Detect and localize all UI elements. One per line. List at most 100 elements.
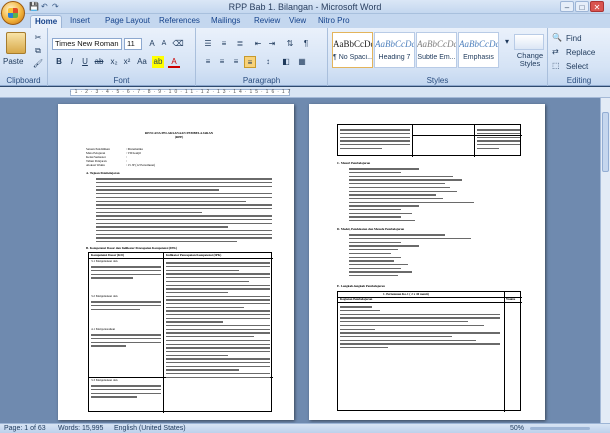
- tab-page-layout[interactable]: Page Layout: [101, 15, 154, 28]
- style-emphasis[interactable]: AaBbCcDc Emphasis: [458, 32, 499, 68]
- undo-icon[interactable]: ↶: [41, 2, 48, 11]
- activities-header: Kegiatan Pembelajaran: [340, 296, 373, 301]
- office-logo-icon: [8, 8, 18, 18]
- select-button[interactable]: Select: [566, 62, 588, 71]
- redo-icon[interactable]: ↷: [52, 2, 59, 11]
- format-painter-icon[interactable]: 🖌: [32, 58, 44, 70]
- justify-icon[interactable]: ≡: [244, 56, 256, 68]
- change-case-icon[interactable]: Aa: [136, 56, 148, 68]
- borders-icon[interactable]: ▦: [296, 56, 308, 68]
- objectives-text: [96, 176, 272, 245]
- styles-label: Styles: [426, 76, 449, 85]
- paste-icon[interactable]: [6, 32, 26, 54]
- tab-insert[interactable]: Insert: [66, 15, 94, 28]
- shrink-font-icon[interactable]: A: [158, 38, 170, 50]
- horizontal-ruler[interactable]: ·1·2·3·4·5·6·7·8·9·10·11·12·13·14·15·16·…: [0, 87, 610, 98]
- zoom-slider[interactable]: [530, 427, 590, 430]
- language-indicator[interactable]: English (United States): [114, 425, 186, 432]
- activities-table: 1. Pertemuan Ke-1 ( 2 x 40 menit) Kegiat…: [337, 291, 522, 412]
- style-heading-7[interactable]: AaBbCcDc Heading 7: [374, 32, 415, 68]
- replace-button[interactable]: Replace: [566, 48, 595, 57]
- section-e-heading: E. Langkah-langkah Pembelajaran: [337, 284, 385, 288]
- styles-scroll-icon[interactable]: ▾: [501, 36, 513, 48]
- maximize-icon[interactable]: □: [575, 1, 589, 12]
- cut-icon[interactable]: ✂: [32, 32, 44, 44]
- materials-list: [349, 166, 523, 224]
- find-icon: 🔍: [552, 33, 562, 42]
- tab-nitro-pro[interactable]: Nitro Pro: [314, 15, 354, 28]
- underline-icon[interactable]: U: [79, 56, 91, 68]
- page-count[interactable]: Page: 1 of 63: [4, 425, 46, 432]
- subscript-icon[interactable]: x₂: [108, 56, 120, 68]
- document-area[interactable]: RENCANA PELAKSANAAN PEMBELAJARAN (RPP) S…: [0, 98, 600, 423]
- multilevel-list-icon[interactable]: ≣: [234, 38, 246, 50]
- paste-button[interactable]: Paste: [3, 57, 23, 66]
- zoom-level[interactable]: 50%: [510, 425, 524, 432]
- title-bar: RPP Bab 1. Bilangan - Microsoft Word 💾 ↶…: [0, 0, 610, 14]
- continued-table: [337, 124, 522, 157]
- scrollbar-thumb[interactable]: [602, 112, 609, 172]
- rpp-subtitle: (RPP): [174, 135, 184, 139]
- style-no-spacing[interactable]: AaBbCcDc ¶ No Spaci...: [332, 32, 373, 68]
- time-header: Waktu: [506, 296, 516, 301]
- style-subtle-emphasis[interactable]: AaBbCcDc Subtle Em...: [416, 32, 457, 68]
- editing-group: 🔍 Find ⇄ Replace ⬚ Select Editing: [548, 28, 610, 86]
- align-right-icon[interactable]: ≡: [230, 56, 242, 68]
- highlight-icon[interactable]: ab: [152, 56, 164, 68]
- editing-label: Editing: [566, 76, 592, 85]
- tab-references[interactable]: References: [155, 15, 204, 28]
- font-name-select[interactable]: Times New Roman: [52, 38, 122, 50]
- document-page-2[interactable]: C. Materi Pembelajaran D. Model, Pendeka…: [309, 104, 545, 420]
- close-icon[interactable]: ✕: [590, 1, 604, 12]
- find-button[interactable]: Find: [566, 34, 582, 43]
- ribbon: Paste ✂ ⧉ 🖌 Clipboard Times New Roman 11…: [0, 28, 610, 86]
- tab-review[interactable]: Review: [250, 15, 284, 28]
- replace-icon: ⇄: [552, 47, 559, 56]
- methods-list: [349, 232, 523, 279]
- change-styles-icon[interactable]: [514, 34, 544, 50]
- align-left-icon[interactable]: ≡: [202, 56, 214, 68]
- paragraph-group: ☰ ≡ ≣ ⇤ ⇥ ⇅ ¶ ≡ ≡ ≡ ≡ ↕ ◧ ▦ Paragraph: [196, 28, 328, 86]
- font-color-icon[interactable]: A: [168, 56, 180, 68]
- font-label: Font: [113, 76, 130, 85]
- vertical-scrollbar[interactable]: [600, 98, 610, 423]
- save-icon[interactable]: 💾: [29, 2, 39, 11]
- clear-format-icon[interactable]: ⌫: [172, 38, 184, 50]
- font-size-select[interactable]: 11: [124, 38, 142, 50]
- change-styles-button[interactable]: Change Styles: [514, 52, 546, 68]
- office-button[interactable]: [1, 1, 25, 25]
- select-icon: ⬚: [552, 61, 560, 70]
- tab-mailings[interactable]: Mailings: [207, 15, 244, 28]
- word-count[interactable]: Words: 15,995: [58, 425, 103, 432]
- sort-icon[interactable]: ⇅: [284, 38, 296, 50]
- paragraph-label: Paragraph: [242, 76, 281, 85]
- kd-ipk-table: Kompetensi Dasar (KD) Indikator Pencapai…: [88, 252, 273, 413]
- table-header-ipk: Indikator Pencapaian Kompetensi (IPK): [166, 252, 222, 257]
- shading-icon[interactable]: ◧: [280, 56, 292, 68]
- increase-indent-icon[interactable]: ⇥: [266, 38, 278, 50]
- tab-home[interactable]: Home: [30, 15, 63, 28]
- tab-view[interactable]: View: [285, 15, 310, 28]
- clipboard-label: Clipboard: [6, 76, 41, 85]
- italic-icon[interactable]: I: [66, 56, 78, 68]
- show-marks-icon[interactable]: ¶: [300, 38, 312, 50]
- ipk-cell-lines: [166, 260, 270, 380]
- clipboard-group: Paste ✂ ⧉ 🖌 Clipboard: [0, 28, 48, 86]
- decrease-indent-icon[interactable]: ⇤: [252, 38, 264, 50]
- bullets-icon[interactable]: ☰: [202, 38, 214, 50]
- copy-icon[interactable]: ⧉: [32, 45, 44, 57]
- bold-icon[interactable]: B: [53, 56, 65, 68]
- line-spacing-icon[interactable]: ↕: [262, 56, 274, 68]
- numbering-icon[interactable]: ≡: [218, 38, 230, 50]
- minimize-icon[interactable]: –: [560, 1, 574, 12]
- grow-font-icon[interactable]: A: [146, 38, 158, 50]
- strikethrough-icon[interactable]: ab: [93, 56, 105, 68]
- document-page-1[interactable]: RENCANA PELAKSANAAN PEMBELAJARAN (RPP) S…: [58, 104, 294, 420]
- meeting-heading: 1. Pertemuan Ke-1 ( 2 x 40 menit): [383, 291, 429, 296]
- window-title: RPP Bab 1. Bilangan - Microsoft Word: [228, 2, 382, 12]
- align-center-icon[interactable]: ≡: [216, 56, 228, 68]
- ribbon-tabs: Home Insert Page Layout References Maili…: [0, 14, 610, 28]
- superscript-icon[interactable]: x²: [121, 56, 133, 68]
- font-group: Times New Roman 11 A A ⌫ B I U ab x₂ x² …: [48, 28, 196, 86]
- table-row: 3.3 Menjelaskan dan: [91, 378, 161, 400]
